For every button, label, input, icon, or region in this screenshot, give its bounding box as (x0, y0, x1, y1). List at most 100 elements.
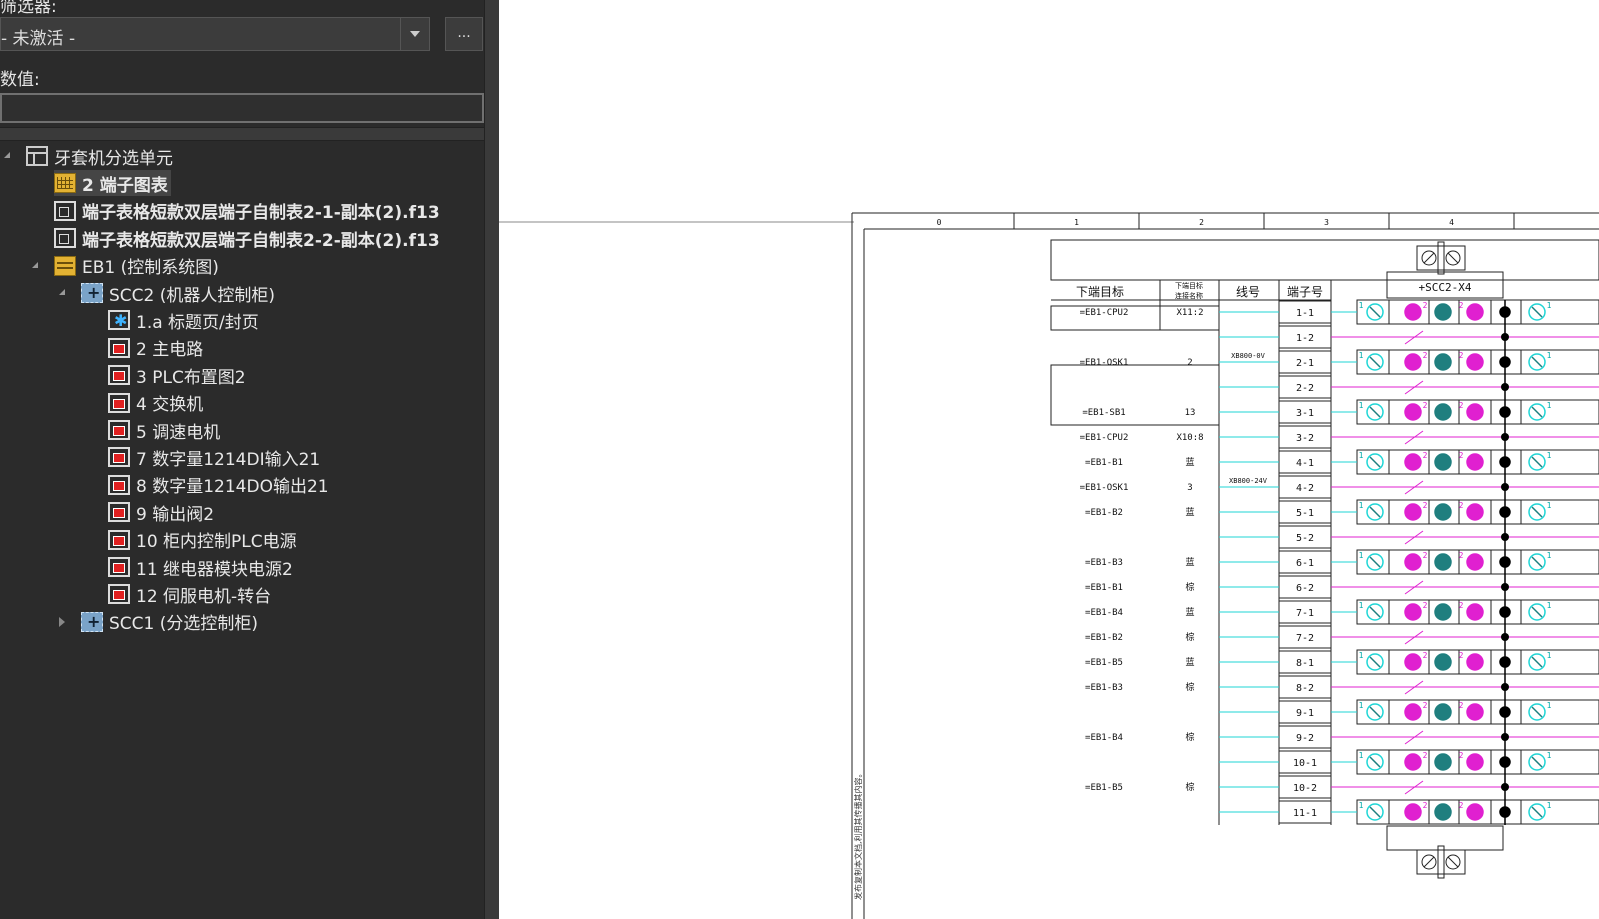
tree-item[interactable]: 12 伺服电机-转台 (108, 581, 274, 607)
end-clamp (1416, 849, 1466, 875)
row-conn: 蓝 (1185, 456, 1194, 468)
tree-item[interactable]: 10 柜内控制PLC电源 (108, 527, 300, 553)
wire-label: XB800-24V (1229, 477, 1268, 485)
terminal-number: 1-2 (1296, 333, 1314, 344)
drawing-canvas[interactable]: 0 1 2 3 4 发布复制本文档,利用其传播其内容。 下端目标 下端目标 连接名称 线号 端子号 +… (499, 0, 1599, 919)
tree-item[interactable]: 端子表格短款双层端子自制表2-2-副本(2).f13 (54, 225, 443, 251)
level-number: 1 (1547, 301, 1552, 310)
level-number: 1 (1359, 801, 1364, 810)
level-number: 2 (1423, 801, 1428, 810)
collapse-icon[interactable] (4, 152, 10, 158)
value-input[interactable] (0, 93, 484, 123)
screw-slot (1369, 356, 1381, 368)
row-conn: 蓝 (1185, 656, 1194, 668)
header-target-conn: 下端目标 (1175, 281, 1203, 290)
splitter[interactable] (0, 127, 484, 141)
row-conn: 棕 (1185, 781, 1194, 793)
filter-more-button[interactable]: ... (445, 17, 483, 51)
screw-icon (1466, 353, 1484, 371)
collapse-icon[interactable] (32, 261, 38, 268)
level-number: 2 (1423, 751, 1428, 760)
screw-icon (1404, 653, 1422, 671)
tree-item[interactable]: 3 PLC布置图2 (108, 362, 249, 388)
screw-icon (1434, 403, 1452, 421)
tree-item[interactable]: 9 输出阀2 (108, 499, 217, 525)
row-target: =EB1-B1 (1085, 583, 1123, 593)
terminal-number: 5-2 (1296, 533, 1314, 544)
column-number: 2 (1199, 218, 1204, 227)
screw-icon (1434, 703, 1452, 721)
tree-item[interactable]: EB1 (控制系统图) (54, 253, 222, 279)
screw-icon (1466, 803, 1484, 821)
filter-value: - 未激活 - (1, 29, 76, 49)
tree-item[interactable]: 7 数字量1214DI输入21 (108, 444, 323, 470)
row-conn: 13 (1185, 408, 1196, 418)
level-number: 2 (1459, 401, 1464, 410)
collapse-icon[interactable] (59, 289, 65, 295)
level-number: 2 (1423, 301, 1428, 310)
tree-item-label: 9 输出阀2 (136, 504, 215, 525)
row-target: =EB1-CPU2 (1080, 308, 1129, 318)
level-number: 2 (1423, 551, 1428, 560)
level-number: 1 (1547, 401, 1552, 410)
screw-slot (1369, 506, 1381, 518)
level-number: 2 (1459, 351, 1464, 360)
tree-item[interactable]: 2 端子图表 (54, 170, 171, 197)
tree-item[interactable]: SCC1 (分选控制柜) (81, 609, 261, 635)
terminal-diagram: 0 1 2 3 4发布复制本文档,利用其传播其内容。下端目标 下端目标连接名称 线号 端子号 +… (499, 212, 1599, 919)
title-page-icon (108, 310, 130, 331)
row-conn: X10:8 (1176, 433, 1203, 443)
tree-item[interactable]: 11 继电器模块电源2 (108, 554, 296, 580)
tree-item[interactable]: 8 数字量1214DO输出21 (108, 472, 332, 498)
tree-item[interactable]: 2 主电路 (108, 335, 206, 361)
screw-icon (1466, 553, 1484, 571)
chevron-down-icon[interactable] (400, 18, 429, 50)
page-icon (108, 365, 130, 386)
terminal-number: 8-2 (1296, 683, 1314, 694)
tree-item[interactable]: 5 调速电机 (108, 417, 223, 443)
tree-item-label: 1.a 标题页/封页 (136, 312, 259, 333)
screw-slot (1531, 556, 1543, 568)
screw-slot (1369, 306, 1381, 318)
screw-slot (1369, 406, 1381, 418)
level-number: 2 (1423, 401, 1428, 410)
screw-icon (1404, 303, 1422, 321)
expand-icon[interactable] (59, 616, 65, 627)
tree-item[interactable]: SCC2 (机器人控制柜) (81, 280, 278, 306)
header-terminal: 端子号 (1287, 285, 1323, 299)
row-conn: 棕 (1185, 731, 1194, 743)
wire-label: XB800-0V (1231, 352, 1266, 360)
row-target: =EB1-OSK1 (1080, 483, 1129, 493)
screw-icon (1434, 553, 1452, 571)
level-number: 1 (1547, 651, 1552, 660)
level-number: 1 (1359, 601, 1364, 610)
rail-mount (1437, 845, 1445, 879)
screw-slot (1531, 706, 1543, 718)
terminal-number: 9-2 (1296, 733, 1314, 744)
terminal-number: 11-1 (1293, 808, 1317, 819)
screw-icon (1404, 353, 1422, 371)
screw-icon (1404, 603, 1422, 621)
tree-item[interactable]: 4 交换机 (108, 390, 206, 416)
level-number: 1 (1359, 301, 1364, 310)
tree-item[interactable]: 端子表格短款双层端子自制表2-1-副本(2).f13 (54, 198, 443, 224)
terminal-number: 4-1 (1296, 458, 1314, 469)
filter-label: 筛选器: (0, 0, 57, 17)
page-icon (108, 337, 130, 358)
scrollbar[interactable] (484, 0, 499, 919)
page-icon (108, 502, 130, 523)
terminal-number: 7-2 (1296, 633, 1314, 644)
tree-item[interactable]: 牙套机分选单元 (26, 143, 176, 169)
screw-icon (1404, 703, 1422, 721)
screw-slot (1531, 506, 1543, 518)
row-conn: 棕 (1185, 681, 1194, 693)
tree-item[interactable]: 1.a 标题页/封页 (108, 307, 262, 333)
screw-icon (1466, 503, 1484, 521)
screw-slot (1423, 856, 1435, 868)
screw-slot (1423, 252, 1435, 264)
end-clamp (1416, 245, 1466, 271)
row-conn: 2 (1187, 358, 1192, 368)
filter-dropdown[interactable]: - 未激活 - (0, 17, 430, 51)
screw-slot (1447, 252, 1459, 264)
level-number: 2 (1423, 601, 1428, 610)
